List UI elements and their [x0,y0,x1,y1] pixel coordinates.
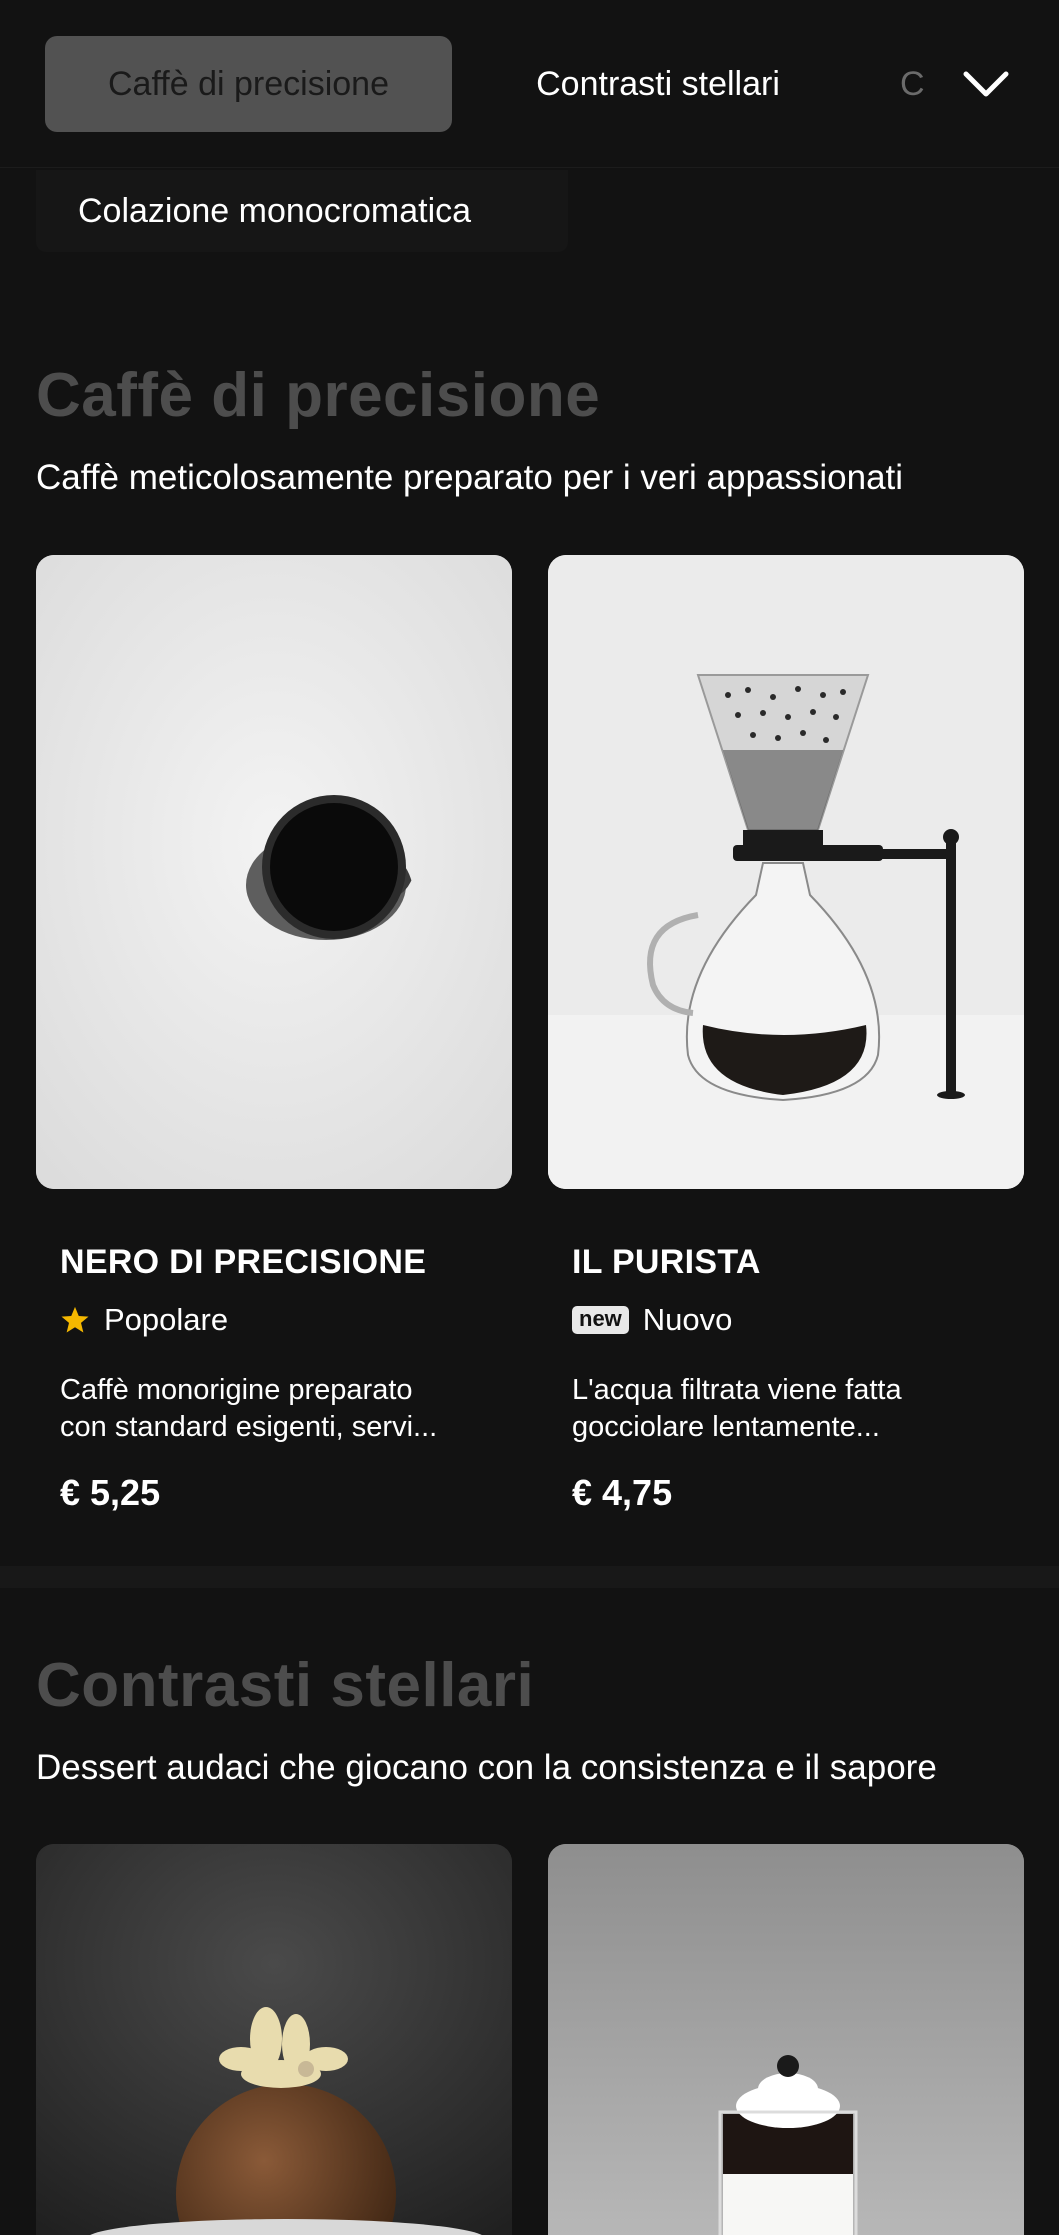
section-title: Contrasti stellari [36,1651,535,1720]
badge-label: Popolare [104,1302,229,1337]
category-nav: Caffè di precisione Contrasti stellari C [0,0,1059,168]
description-line: L'acqua filtrata viene fatta [572,1374,902,1406]
product-name: IL PURISTA [572,1243,761,1281]
new-badge-icon: new [572,1306,629,1334]
product-badge: Popolare [60,1302,228,1338]
product-image-nero-di-precisione[interactable] [36,555,512,1189]
product-image-dessert-dome[interactable] [36,1844,512,2235]
star-icon [61,1306,89,1333]
section-divider [0,1566,1059,1588]
product-name: NERO DI PRECISIONE [60,1243,427,1281]
product-price: € 4,75 [572,1472,673,1513]
product-image-dessert-cup[interactable] [548,1844,1024,2235]
tab-colazione-monocromatica[interactable]: Colazione monocromatica [36,170,568,252]
chevron-down-icon[interactable] [958,60,1014,108]
product-description: Caffè monorigine preparato con standard … [60,1372,490,1446]
tab-caffe-di-precisione[interactable]: Caffè di precisione [45,36,452,132]
product-description: L'acqua filtrata viene fatta gocciolare … [572,1372,1002,1446]
description-line: Caffè monorigine preparato [60,1374,413,1406]
description-line: con standard esigenti, servi... [60,1411,438,1443]
section-title: Caffè di precisione [36,361,601,430]
section-subtitle: Caffè meticolosamente preparato per i ve… [36,458,904,497]
tab-label: Colazione monocromatica [78,191,472,230]
product-badge: new Nuovo [572,1302,732,1338]
section-subtitle: Dessert audaci che giocano con la consis… [36,1748,937,1787]
tab-truncated[interactable]: C [900,36,940,132]
badge-label: Nuovo [642,1302,733,1337]
product-price: € 5,25 [60,1472,161,1513]
tab-contrasti-stellari[interactable]: Contrasti stellari [470,36,846,132]
description-line: gocciolare lentamente... [572,1411,880,1443]
product-image-il-purista[interactable] [548,555,1024,1189]
